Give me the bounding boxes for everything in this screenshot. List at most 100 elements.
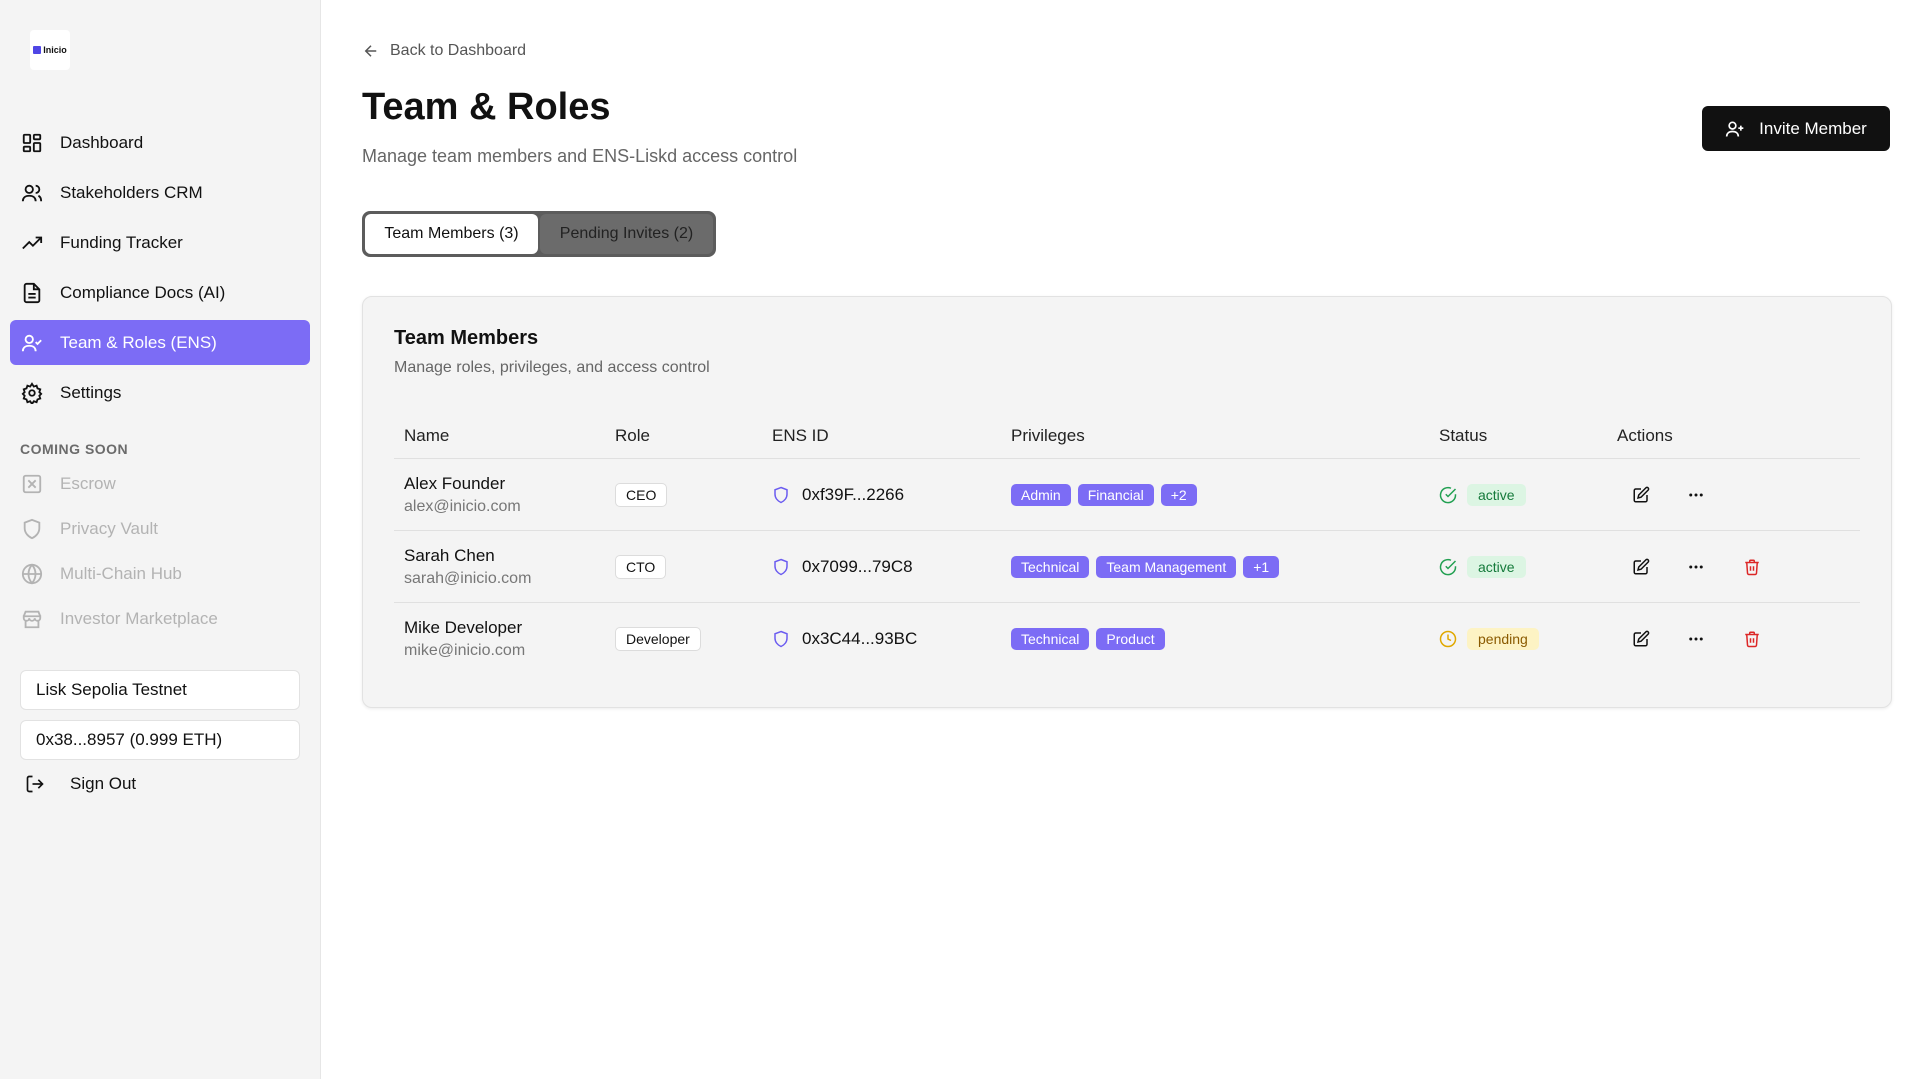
member-cell: Alex Founder alex@inicio.com [394, 474, 615, 516]
escrow-icon [20, 472, 44, 496]
page-subtitle: Manage team members and ENS-Liskd access… [362, 146, 798, 166]
coming-soon-list: Escrow Privacy Vault Multi-Chain Hub Inv… [10, 461, 310, 641]
card-title: Team Members [394, 327, 539, 349]
role-cell: Developer [615, 627, 772, 651]
status-badge: active [1467, 483, 1526, 506]
ens-cell: 0x3C44...93BC [772, 629, 1011, 649]
clock-icon [1439, 630, 1457, 648]
gear-icon [20, 381, 44, 405]
delete-icon[interactable] [1740, 555, 1764, 579]
role-badge: CEO [615, 482, 668, 507]
member-email: sarah@inicio.com [404, 569, 532, 587]
sidebar-item-label: Privacy Vault [60, 518, 158, 538]
shield-icon [772, 558, 790, 576]
back-to-dashboard-link[interactable]: Back to Dashboard [362, 42, 526, 60]
privilege-badge: Team Management [1096, 555, 1237, 578]
check-circle-icon [1439, 486, 1457, 504]
ens-id: 0x7099...79C8 [772, 557, 1011, 577]
role-badge: CTO [615, 554, 667, 579]
sidebar-nav: Dashboard Stakeholders CRM Funding Track… [10, 120, 310, 420]
table-row: Alex Founder alex@inicio.com CEO 0xf39F.… [394, 459, 1860, 531]
sidebar-item-team-roles[interactable]: Team & Roles (ENS) [10, 320, 310, 365]
ens-address: 0xf39F...2266 [802, 484, 905, 504]
privilege-badge: Technical [1011, 555, 1090, 578]
sidebar-item-privacy-vault: Privacy Vault [10, 506, 310, 551]
ens-cell: 0xf39F...2266 [772, 485, 1011, 505]
privilege-badge: Financial [1077, 483, 1154, 506]
back-label: Back to Dashboard [390, 42, 527, 59]
member-name: Mike Developer [404, 618, 523, 637]
logo-mark-icon [33, 46, 42, 54]
sidebar-item-label: Compliance Docs (AI) [60, 282, 226, 302]
check-circle-icon [1439, 558, 1457, 576]
status-cell: active [1439, 555, 1617, 578]
sidebar-item-funding[interactable]: Funding Tracker [10, 220, 310, 265]
privilege-badge: Admin [1011, 483, 1071, 506]
sidebar-item-settings[interactable]: Settings [10, 370, 310, 415]
column-header-role: Role [615, 426, 650, 445]
ens-address: 0x7099...79C8 [802, 556, 913, 576]
privilege-more-badge[interactable]: +2 [1160, 483, 1197, 506]
invite-member-button[interactable]: Invite Member [1702, 106, 1890, 151]
sidebar-item-label: Stakeholders CRM [60, 182, 203, 202]
network-selector[interactable]: Lisk Sepolia Testnet [20, 670, 300, 710]
column-header-status: Status [1439, 426, 1488, 445]
edit-icon[interactable] [1629, 483, 1653, 507]
edit-icon[interactable] [1629, 555, 1653, 579]
actions-cell [1617, 627, 1860, 651]
column-header-name: Name [404, 426, 450, 445]
app-logo[interactable]: Inicio [30, 30, 70, 70]
delete-icon[interactable] [1740, 627, 1764, 651]
table-row: Sarah Chen sarah@inicio.com CTO 0x7099..… [394, 531, 1860, 603]
more-options-icon[interactable] [1684, 627, 1708, 651]
store-icon [20, 607, 44, 631]
sidebar-item-multichain: Multi-Chain Hub [10, 551, 310, 596]
tab-team-members[interactable]: Team Members (3) [365, 214, 538, 254]
sidebar-item-compliance[interactable]: Compliance Docs (AI) [10, 270, 310, 315]
wallet-balance[interactable]: 0x38...8957 (0.999 ETH) [20, 720, 300, 760]
role-cell: CTO [615, 554, 772, 579]
team-table: Name Role ENS ID Privileges Status Actio… [394, 414, 1860, 675]
sidebar-item-dashboard[interactable]: Dashboard [10, 120, 310, 165]
table-row: Mike Developer mike@inicio.com Developer… [394, 603, 1860, 675]
member-cell: Sarah Chen sarah@inicio.com [394, 546, 615, 588]
privilege-badge: Technical [1011, 628, 1090, 650]
shield-icon [772, 630, 790, 648]
card-subtitle: Manage roles, privileges, and access con… [394, 359, 710, 376]
dashboard-icon [20, 131, 44, 155]
member-name: Alex Founder [404, 473, 506, 493]
arrow-left-icon [362, 42, 380, 60]
tab-pending-invites[interactable]: Pending Invites (2) [540, 214, 713, 254]
privilege-more-badge[interactable]: +1 [1243, 555, 1280, 578]
team-members-card: Team Members Manage roles, privileges, a… [362, 296, 1892, 708]
role-cell: CEO [615, 482, 772, 507]
sidebar-item-label: Settings [60, 382, 122, 402]
logo-text: Inicio [43, 45, 67, 55]
column-header-ens-id: ENS ID [772, 426, 829, 445]
sidebar-item-investor-marketplace: Investor Marketplace [10, 596, 310, 641]
sidebar-item-label: Dashboard [60, 132, 144, 152]
user-check-icon [20, 331, 44, 355]
users-icon [20, 181, 44, 205]
status-badge: pending [1467, 628, 1539, 650]
sidebar-item-label: Team & Roles (ENS) [60, 332, 217, 352]
log-out-icon [24, 773, 46, 795]
more-options-icon[interactable] [1684, 555, 1708, 579]
more-options-icon[interactable] [1684, 483, 1708, 507]
privileges-cell: Admin Financial +2 [1011, 483, 1439, 506]
actions-cell [1617, 555, 1860, 579]
sidebar: Inicio Dashboard Stakeholders CRM Fundin… [0, 0, 321, 1079]
shield-icon [20, 517, 44, 541]
sidebar-item-stakeholders[interactable]: Stakeholders CRM [10, 170, 310, 215]
table-header: Name Role ENS ID Privileges Status Actio… [394, 414, 1860, 459]
edit-icon[interactable] [1629, 627, 1653, 651]
shield-icon [772, 486, 790, 504]
status-badge: active [1467, 555, 1526, 578]
sidebar-item-label: Funding Tracker [60, 232, 183, 252]
ens-address: 0x3C44...93BC [802, 629, 918, 648]
column-header-privileges: Privileges [1011, 426, 1085, 445]
page-title: Team & Roles [362, 86, 611, 128]
privileges-cell: Technical Team Management +1 [1011, 555, 1439, 578]
tab-bar: Team Members (3) Pending Invites (2) [362, 211, 716, 257]
sign-out-button[interactable]: Sign Out [24, 773, 136, 795]
